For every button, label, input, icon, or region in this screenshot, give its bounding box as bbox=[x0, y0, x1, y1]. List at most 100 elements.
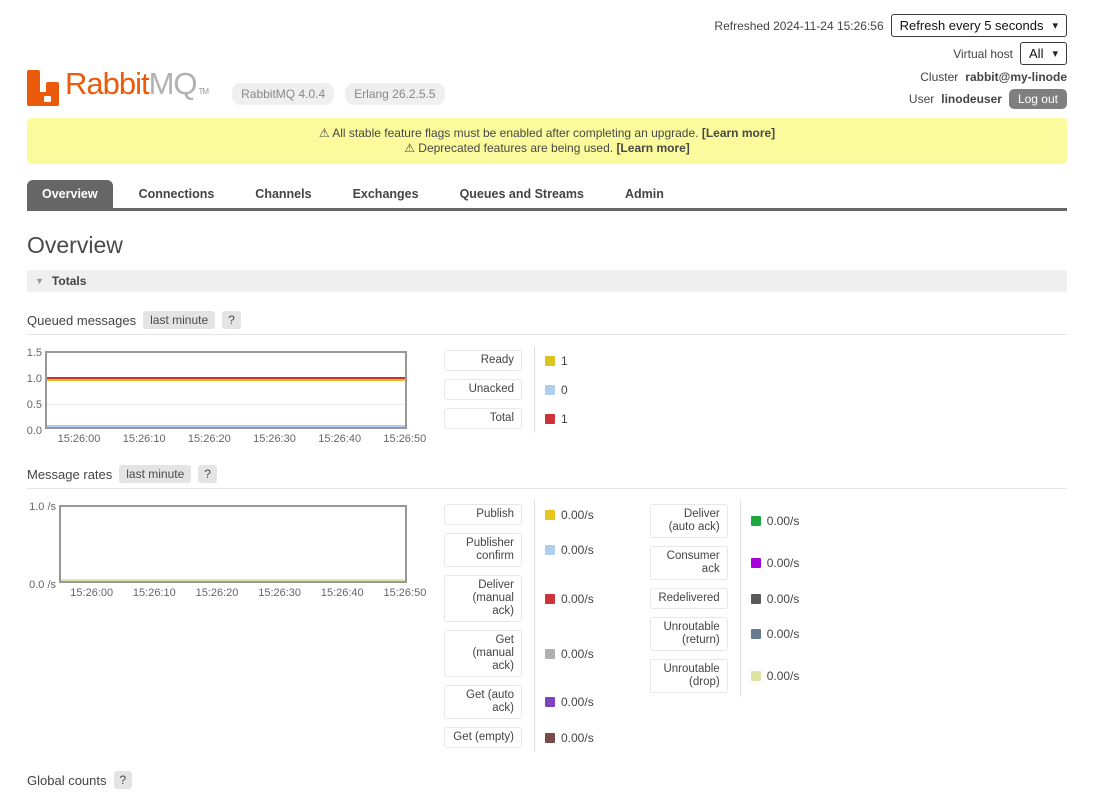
consumer-ack-color-swatch bbox=[751, 558, 761, 568]
legend-label-redelivered: Redelivered bbox=[650, 588, 728, 609]
global-counts-help-icon[interactable]: ? bbox=[114, 771, 133, 789]
logo-block[interactable]: RabbitMQTM RabbitMQ 4.0.4 Erlang 26.2.5.… bbox=[27, 12, 445, 109]
header: RabbitMQTM RabbitMQ 4.0.4 Erlang 26.2.5.… bbox=[27, 0, 1067, 109]
gridline bbox=[47, 404, 405, 405]
rates-zero-line bbox=[61, 579, 405, 581]
unroutable-return-rate: 0.00/s bbox=[767, 627, 800, 641]
rates-chart: 1.0 /s 0.0 /s 15:26:00 15:26:10 15:26:20… bbox=[27, 505, 407, 600]
learn-more-link-2[interactable]: [Learn more] bbox=[616, 141, 689, 155]
tab-channels[interactable]: Channels bbox=[240, 180, 326, 208]
legend-label-unroutable-drop: Unroutable (drop) bbox=[650, 659, 728, 693]
totals-section-header[interactable]: ▼ Totals bbox=[27, 270, 1067, 292]
legend-label-get-empty: Get (empty) bbox=[444, 727, 522, 748]
unacked-series-line bbox=[47, 425, 405, 427]
legend-row-unacked: Unacked 0 bbox=[444, 375, 568, 404]
banner-line-2: ⚠ Deprecated features are being used. [L… bbox=[37, 141, 1057, 156]
legend-row-redelivered: Redelivered 0.00/s bbox=[650, 584, 800, 613]
consumer-ack-rate: 0.00/s bbox=[767, 556, 800, 570]
queued-messages-header: Queued messages last minute ? bbox=[27, 311, 1067, 335]
rates-x-axis: 15:26:00 15:26:10 15:26:20 15:26:30 15:2… bbox=[59, 587, 407, 600]
publisher-confirm-color-swatch bbox=[545, 545, 555, 555]
page-title: Overview bbox=[27, 232, 1067, 259]
refreshed-timestamp: Refreshed 2024-11-24 15:26:56 bbox=[714, 19, 883, 33]
legend-row-consumer-ack: Consumer ack 0.00/s bbox=[650, 542, 800, 584]
ready-value: 1 bbox=[561, 354, 568, 368]
banner-warning-text-1: ⚠ All stable feature flags must be enabl… bbox=[319, 126, 699, 140]
x-axis-tick: 15:26:40 bbox=[318, 433, 361, 445]
x-axis-tick: 15:26:40 bbox=[321, 587, 364, 599]
logo-mq-text: MQ bbox=[149, 66, 197, 101]
queued-range-badge[interactable]: last minute bbox=[143, 311, 215, 329]
y-axis-tick: 1.0 bbox=[27, 373, 42, 385]
cluster-label: Cluster bbox=[920, 70, 958, 84]
redelivered-rate: 0.00/s bbox=[767, 592, 800, 606]
logout-button[interactable]: Log out bbox=[1009, 89, 1067, 109]
queued-messages-block: 1.5 1.0 0.5 0.0 15:26:00 15:26:10 15:26:… bbox=[27, 351, 1067, 446]
x-axis-tick: 15:26:10 bbox=[123, 433, 166, 445]
virtual-host-select[interactable]: All ▾ bbox=[1020, 42, 1067, 65]
x-axis-tick: 15:26:50 bbox=[383, 587, 426, 599]
deliver-auto-ack-rate: 0.00/s bbox=[767, 514, 800, 528]
learn-more-link-1[interactable]: [Learn more] bbox=[702, 126, 775, 140]
x-axis-tick: 15:26:20 bbox=[188, 433, 231, 445]
x-axis-tick: 15:26:50 bbox=[383, 433, 426, 445]
feature-flags-warning-banner: ⚠ All stable feature flags must be enabl… bbox=[27, 118, 1067, 164]
legend-row-ready: Ready 1 bbox=[444, 346, 568, 375]
deliver-auto-ack-color-swatch bbox=[751, 516, 761, 526]
banner-line-1: ⚠ All stable feature flags must be enabl… bbox=[37, 126, 1057, 141]
version-badges: RabbitMQ 4.0.4 Erlang 26.2.5.5 bbox=[232, 83, 444, 105]
legend-label-deliver-auto-ack: Deliver (auto ack) bbox=[650, 504, 728, 538]
publish-rate: 0.00/s bbox=[561, 508, 594, 522]
ready-color-swatch bbox=[545, 356, 555, 366]
tab-queues-and-streams[interactable]: Queues and Streams bbox=[445, 180, 599, 208]
logo-text: RabbitMQTM bbox=[65, 67, 208, 109]
legend-row-publish: Publish 0.00/s bbox=[444, 500, 594, 529]
message-rates-title: Message rates bbox=[27, 467, 112, 482]
x-axis-tick: 15:26:00 bbox=[58, 433, 101, 445]
tab-exchanges[interactable]: Exchanges bbox=[338, 180, 434, 208]
x-axis-tick: 15:26:30 bbox=[253, 433, 296, 445]
tab-overview[interactable]: Overview bbox=[27, 180, 113, 208]
rates-legend-right: Deliver (auto ack) 0.00/s Consumer ack 0… bbox=[650, 500, 800, 697]
legend-label-consumer-ack: Consumer ack bbox=[650, 546, 728, 580]
unacked-value: 0 bbox=[561, 383, 568, 397]
header-status-block: Refreshed 2024-11-24 15:26:56 Refresh ev… bbox=[714, 12, 1067, 109]
unroutable-drop-rate: 0.00/s bbox=[767, 669, 800, 683]
queued-chart: 1.5 1.0 0.5 0.0 15:26:00 15:26:10 15:26:… bbox=[27, 351, 407, 446]
legend-row-get-empty: Get (empty) 0.00/s bbox=[444, 723, 594, 752]
deliver-manual-ack-color-swatch bbox=[545, 594, 555, 604]
total-series-line bbox=[47, 377, 405, 379]
tab-connections[interactable]: Connections bbox=[124, 180, 230, 208]
collapse-triangle-icon: ▼ bbox=[35, 276, 44, 286]
global-counts-title: Global counts bbox=[27, 773, 107, 788]
publish-color-swatch bbox=[545, 510, 555, 520]
legend-row-total: Total 1 bbox=[444, 404, 568, 433]
y-axis-tick: 0.5 bbox=[27, 399, 42, 411]
ready-series-line bbox=[47, 379, 405, 381]
user-label: User bbox=[909, 92, 934, 106]
queued-messages-title: Queued messages bbox=[27, 313, 136, 328]
queued-help-icon[interactable]: ? bbox=[222, 311, 241, 329]
tab-admin[interactable]: Admin bbox=[610, 180, 679, 208]
get-manual-ack-color-swatch bbox=[545, 649, 555, 659]
rates-plot-area: 1.0 /s 0.0 /s bbox=[59, 505, 407, 583]
total-color-swatch bbox=[545, 414, 555, 424]
rates-help-icon[interactable]: ? bbox=[198, 465, 217, 483]
user-name: linodeuser bbox=[941, 92, 1002, 106]
rates-range-badge[interactable]: last minute bbox=[119, 465, 191, 483]
rates-legend-left: Publish 0.00/s Publisher confirm 0.00/s … bbox=[444, 500, 594, 752]
rabbitmq-management-page: RabbitMQTM RabbitMQ 4.0.4 Erlang 26.2.5.… bbox=[0, 0, 1094, 794]
legend-row-unroutable-return: Unroutable (return) 0.00/s bbox=[650, 613, 800, 655]
legend-row-unroutable-drop: Unroutable (drop) 0.00/s bbox=[650, 655, 800, 697]
queued-legend: Ready 1 Unacked 0 Total 1 bbox=[444, 346, 568, 433]
legend-label-unacked: Unacked bbox=[444, 379, 522, 400]
deliver-manual-ack-rate: 0.00/s bbox=[561, 592, 594, 606]
x-axis-tick: 15:26:00 bbox=[70, 587, 113, 599]
publisher-confirm-rate: 0.00/s bbox=[561, 543, 594, 557]
legend-row-get-auto-ack: Get (auto ack) 0.00/s bbox=[444, 681, 594, 723]
refresh-interval-select[interactable]: Refresh every 5 seconds ▾ bbox=[891, 14, 1067, 37]
total-value: 1 bbox=[561, 412, 568, 426]
logo-rabbit-text: Rabbit bbox=[65, 66, 149, 101]
refresh-interval-value: Refresh every 5 seconds bbox=[900, 18, 1044, 33]
queued-x-axis: 15:26:00 15:26:10 15:26:20 15:26:30 15:2… bbox=[45, 433, 407, 446]
